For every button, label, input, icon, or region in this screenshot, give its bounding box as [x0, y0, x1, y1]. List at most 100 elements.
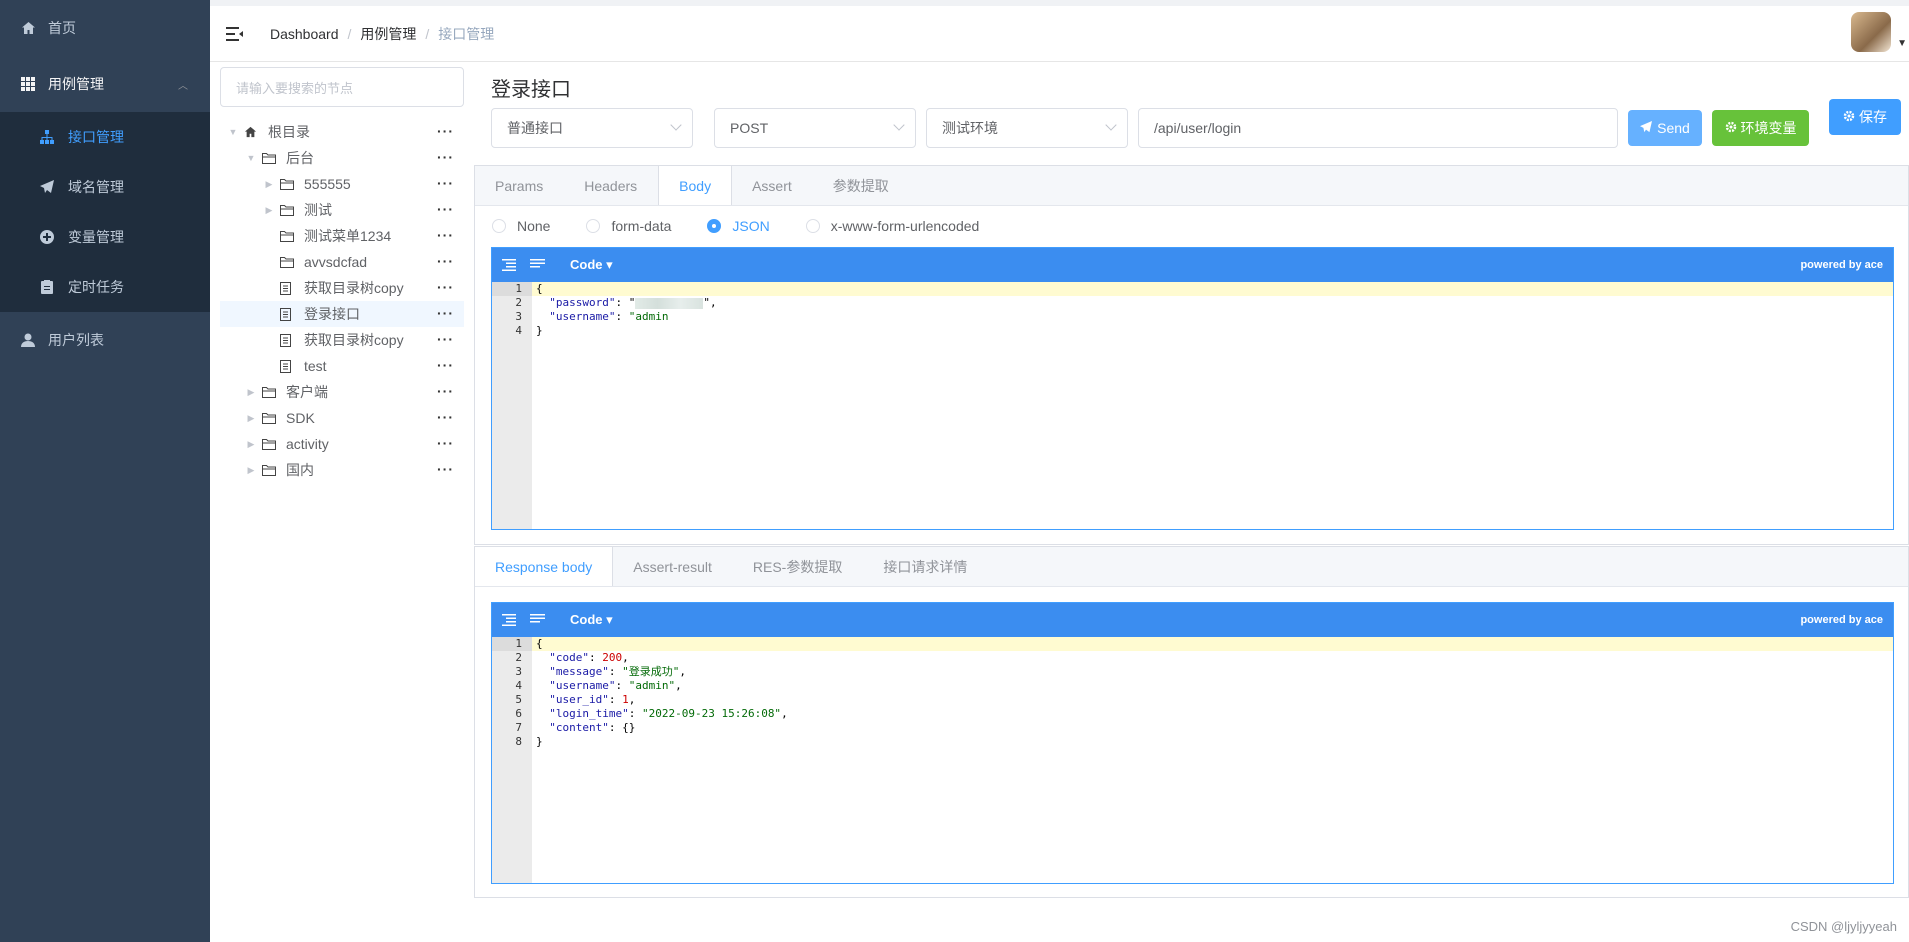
tab-headers[interactable]: Headers: [564, 166, 658, 205]
response-body-editor[interactable]: Code ▾ powered by ace 1 2 3 4 5 6 7 8 { …: [491, 602, 1894, 884]
menu-case-mgmt[interactable]: 用例管理 ︿: [0, 56, 210, 112]
line-number: 3: [515, 665, 522, 678]
navbar: Dashboard / 用例管理 / 接口管理 ▼: [210, 0, 1909, 62]
breadcrumb-current: 接口管理: [438, 25, 495, 42]
tree-node-folder[interactable]: ▶ 测试 ···: [220, 197, 464, 223]
caret-down-icon[interactable]: ▼: [1897, 38, 1907, 49]
tree-node-api-selected[interactable]: 登录接口 ···: [220, 301, 464, 327]
compact-icon[interactable]: [530, 259, 548, 271]
url-value: /api/user/login: [1154, 120, 1242, 136]
editor-lines: { "code": 200, "message": "登录成功", "usern…: [532, 637, 1893, 883]
caret-right-icon[interactable]: ▶: [244, 413, 258, 424]
radio-json[interactable]: JSON: [707, 218, 770, 234]
folder-icon: [280, 256, 296, 268]
sidebar-item-domain-mgmt[interactable]: 域名管理: [0, 162, 210, 212]
tree-search-input[interactable]: 请输入要搜索的节点: [220, 67, 464, 107]
tree-node-folder[interactable]: avvsdcfad ···: [220, 249, 464, 275]
format-icon[interactable]: [502, 614, 520, 626]
save-label: 保存: [1859, 109, 1887, 125]
more-icon[interactable]: ···: [437, 227, 454, 243]
url-input[interactable]: /api/user/login: [1138, 108, 1618, 148]
tree-node-folder[interactable]: 测试菜单1234 ···: [220, 223, 464, 249]
more-icon[interactable]: ···: [437, 149, 454, 165]
request-body-editor[interactable]: Code ▾ powered by ace 1 2 3 4 { "passwor…: [491, 247, 1894, 530]
api-editor: 登录接口 普通接口 POST 测试环境 /api/user/login Send…: [474, 67, 1909, 907]
more-icon[interactable]: ···: [437, 357, 454, 373]
sidebar-item-api-mgmt[interactable]: 接口管理: [0, 112, 210, 162]
tree-node-folder[interactable]: ▶ 555555 ···: [220, 171, 464, 197]
line-number: 8: [515, 735, 522, 748]
method-select[interactable]: POST: [714, 108, 916, 148]
line-number: 1: [492, 637, 532, 651]
tree-node-api[interactable]: test ···: [220, 353, 464, 379]
caret-right-icon[interactable]: ▶: [244, 465, 258, 476]
line-number: 7: [515, 721, 522, 734]
breadcrumb-dashboard[interactable]: Dashboard: [270, 26, 339, 42]
sidebar-item-scheduled-tasks[interactable]: 定时任务: [0, 262, 210, 312]
caret-right-icon[interactable]: ▶: [262, 205, 276, 216]
save-button[interactable]: 保存: [1829, 99, 1901, 135]
more-icon[interactable]: ···: [437, 461, 454, 477]
radio-form-data[interactable]: form-data: [586, 218, 671, 234]
caret-down-icon[interactable]: ▼: [244, 153, 258, 163]
editor-mode-dropdown[interactable]: Code ▾: [570, 612, 613, 628]
more-icon[interactable]: ···: [437, 305, 454, 321]
tab-param-extract[interactable]: 参数提取: [813, 166, 910, 205]
tree-node-api[interactable]: 获取目录树copy ···: [220, 275, 464, 301]
more-icon[interactable]: ···: [437, 435, 454, 451]
env-vars-button[interactable]: 环境变量: [1712, 110, 1809, 146]
folder-icon: [280, 230, 296, 242]
radio-urlencoded[interactable]: x-www-form-urlencoded: [805, 218, 979, 234]
code-line: "message": "登录成功",: [549, 665, 686, 678]
more-icon[interactable]: ···: [437, 331, 454, 347]
compact-icon[interactable]: [530, 614, 548, 626]
tree-node-api[interactable]: 获取目录树copy ···: [220, 327, 464, 353]
more-icon[interactable]: ···: [437, 201, 454, 217]
tree-node-root[interactable]: ▼ 根目录 ···: [220, 119, 464, 145]
tree-node-folder[interactable]: ▶ 客户端 ···: [220, 379, 464, 405]
line-number: 5: [515, 693, 522, 706]
tab-response-body[interactable]: Response body: [475, 547, 614, 586]
env-select[interactable]: 测试环境: [926, 108, 1128, 148]
tab-assert[interactable]: Assert: [732, 166, 813, 205]
tab-params[interactable]: Params: [475, 166, 564, 205]
menu-user-list[interactable]: 用户列表: [0, 312, 210, 368]
caret-right-icon[interactable]: ▶: [244, 387, 258, 398]
home-icon: [244, 126, 260, 138]
more-icon[interactable]: ···: [437, 409, 454, 425]
api-type-select[interactable]: 普通接口: [491, 108, 693, 148]
submenu: 接口管理 域名管理 变量管理 定时任务: [0, 112, 210, 312]
tab-assert-result[interactable]: Assert-result: [613, 547, 733, 586]
more-icon[interactable]: ···: [437, 279, 454, 295]
caret-right-icon[interactable]: ▶: [244, 439, 258, 450]
folder-open-icon: [262, 152, 278, 164]
menu-home[interactable]: 首页: [0, 0, 210, 56]
tab-res-param-extract[interactable]: RES-参数提取: [733, 547, 863, 586]
tree-node-folder[interactable]: ▼ 后台 ···: [220, 145, 464, 171]
editor-mode-dropdown[interactable]: Code ▾: [570, 257, 613, 273]
tree-node-folder[interactable]: ▶ 国内 ···: [220, 457, 464, 483]
tree-node-folder[interactable]: ▶ SDK ···: [220, 405, 464, 431]
avatar[interactable]: [1851, 12, 1891, 52]
breadcrumb-case-mgmt[interactable]: 用例管理: [360, 24, 416, 44]
more-icon[interactable]: ···: [437, 175, 454, 191]
hamburger-icon[interactable]: [226, 24, 246, 44]
caret-right-icon[interactable]: ▶: [262, 179, 276, 190]
chevron-up-icon: ︿: [178, 80, 188, 92]
tree-node-label: 获取目录树copy: [304, 332, 404, 348]
more-icon[interactable]: ···: [437, 123, 454, 139]
send-button[interactable]: Send: [1628, 110, 1702, 146]
tab-request-details[interactable]: 接口请求详情: [863, 547, 988, 586]
folder-icon: [262, 438, 278, 450]
more-icon[interactable]: ···: [437, 383, 454, 399]
tree-node-folder[interactable]: ▶ activity ···: [220, 431, 464, 457]
more-icon[interactable]: ···: [437, 253, 454, 269]
format-icon[interactable]: [502, 259, 520, 271]
caret-down-icon[interactable]: ▼: [226, 127, 240, 137]
tab-body[interactable]: Body: [658, 166, 733, 205]
gear-icon: [1725, 120, 1737, 136]
breadcrumb-separator: /: [347, 25, 352, 42]
sidebar-item-variable-mgmt[interactable]: 变量管理: [0, 212, 210, 262]
line-number: 1: [492, 282, 532, 296]
radio-none[interactable]: None: [492, 218, 550, 234]
